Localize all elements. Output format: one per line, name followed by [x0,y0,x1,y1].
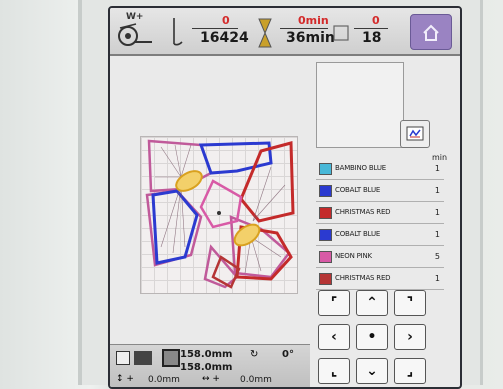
offset-x: 0.0mm [240,375,272,385]
color-total: 18 [362,30,382,46]
move-down-right-button[interactable]: ⌟ [394,358,426,384]
thread-name: NEON PINK [335,252,372,260]
thread-swatch [319,163,332,175]
move-down-left-button[interactable]: ⌞ [318,358,350,384]
thread-name: CHRISTMAS RED [335,208,391,216]
move-up-button[interactable]: ⌃ [356,290,388,316]
thread-color-preview-window [316,62,404,148]
thread-wind-button[interactable]: W+ [116,12,156,50]
move-down-button[interactable]: ⌄ [356,358,388,384]
time-divider [280,28,328,29]
preview-icon [406,126,424,141]
home-button[interactable] [410,14,452,50]
thread-minutes: 1 [434,186,440,195]
move-up-right-button[interactable]: ⌝ [394,290,426,316]
thread-swatch [319,207,332,219]
corner-down-left-icon: ⌞ [330,363,338,379]
corner-up-right-icon: ⌝ [406,295,414,311]
color-divider [354,28,388,29]
thread-row[interactable]: COBALT BLUE 1 [316,224,444,246]
vertical-offset-icon: ↕ + [116,374,134,384]
thread-name: COBALT BLUE [335,230,381,238]
thread-swatch [319,229,332,241]
thread-color-list: BAMBINO BLUE 1 COBALT BLUE 1 CHRISTMAS R… [316,158,444,290]
status-bar: W+ 0 16424 0min 36min 0 18 [110,8,460,56]
stitch-current: 0 [222,14,230,27]
sewing-area[interactable] [140,136,298,294]
embroidery-lcd-screen: W+ 0 16424 0min 36min 0 18 min BAMBINO B… [108,6,462,389]
center-dot-icon: • [367,329,377,345]
design-height: 158.0mm [180,362,233,373]
chevron-right-icon: › [407,329,413,345]
move-up-left-button[interactable]: ⌜ [318,290,350,316]
thread-name: CHRISTMAS RED [335,274,391,282]
hoop-icon [116,351,130,365]
horizontal-offset-icon: ↔ + [202,374,220,384]
thread-button-label: W+ [126,12,144,22]
thread-swatch [319,273,332,285]
design-info-bar: 158.0mm 158.0mm ↻ 0° ↕ + 0.0mm ↔ + 0.0mm [110,344,310,387]
thread-minutes: 1 [434,164,440,173]
rotation-value: 0° [282,349,294,360]
stitch-divider [192,28,238,29]
thread-swatch [319,185,332,197]
thread-row[interactable]: CHRISTMAS RED 1 [316,202,444,224]
time-total: 36min [286,30,335,46]
thread-minutes: 1 [434,274,440,283]
color-current: 0 [372,14,380,27]
corner-up-left-icon: ⌜ [330,295,338,311]
needle-icon [173,18,183,46]
thread-swatch [319,251,332,263]
time-current: 0min [298,14,329,27]
thread-minutes: 1 [434,208,440,217]
chevron-left-icon: ‹ [331,329,337,345]
chevron-down-icon: ⌄ [366,363,378,379]
chevron-up-icon: ⌃ [366,295,378,311]
thread-row[interactable]: CHRISTMAS RED 1 [316,268,444,290]
move-left-button[interactable]: ‹ [318,324,350,350]
thread-row[interactable]: NEON PINK 5 [316,246,444,268]
center-button[interactable]: • [356,324,388,350]
preview-button[interactable] [400,120,430,148]
home-icon [423,24,439,41]
hourglass-icon [258,18,272,48]
frame-icon [134,351,152,365]
color-change-icon [333,25,349,41]
thread-row[interactable]: COBALT BLUE 1 [316,180,444,202]
thread-name: COBALT BLUE [335,186,381,194]
design-width: 158.0mm [180,349,233,360]
thread-minutes: 1 [434,230,440,239]
stitch-total: 16424 [200,30,249,46]
thread-row[interactable]: BAMBINO BLUE 1 [316,158,444,180]
thread-minutes: 5 [434,252,440,261]
embroidery-design-preview [145,139,295,289]
rotate-icon: ↻ [250,349,259,360]
offset-y: 0.0mm [148,375,180,385]
corner-down-right-icon: ⌟ [406,363,414,379]
thread-name: BAMBINO BLUE [335,164,386,172]
move-right-button[interactable]: › [394,324,426,350]
size-icon [162,349,180,367]
